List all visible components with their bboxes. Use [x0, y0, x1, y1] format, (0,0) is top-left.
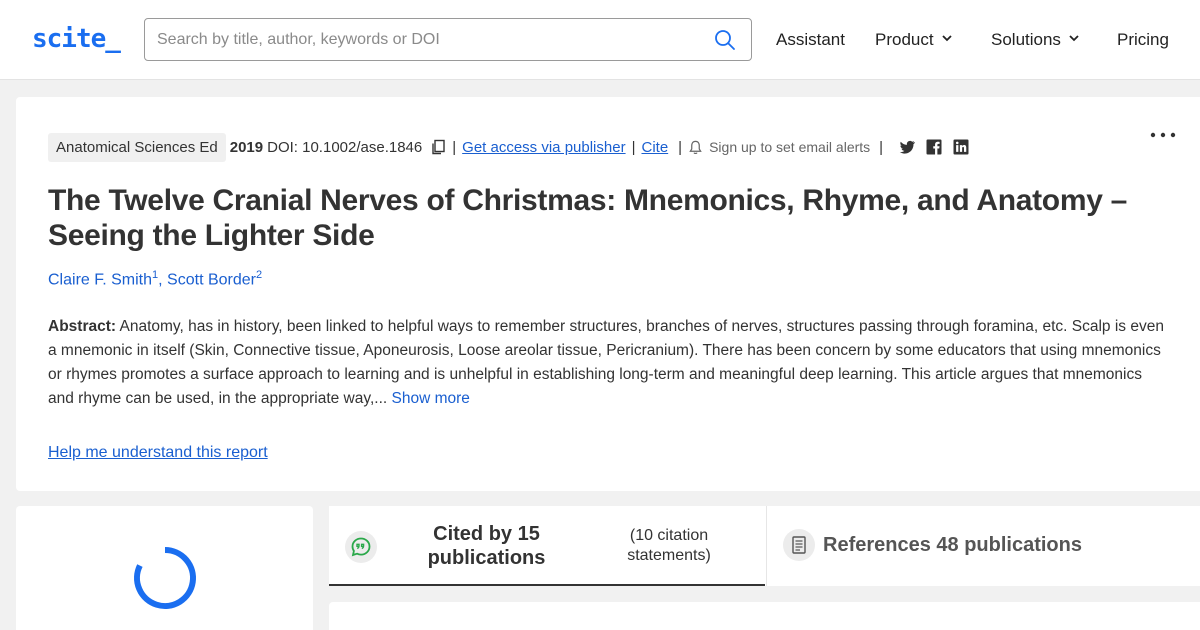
author-link[interactable]: Claire F. Smith	[48, 271, 152, 288]
citations-list-panel	[329, 602, 1200, 630]
search-box[interactable]	[144, 18, 752, 61]
paper-title: The Twelve Cranial Nerves of Christmas: …	[48, 184, 1128, 252]
twitter-icon[interactable]	[898, 138, 916, 156]
abstract-text: Anatomy, has in history, been linked to …	[48, 318, 1164, 407]
doi-text: DOI: 10.1002/ase.1846	[267, 138, 423, 156]
access-link[interactable]: Get access via publisher	[462, 139, 625, 156]
help-understand-link[interactable]: Help me understand this report	[48, 444, 268, 462]
linkedin-icon[interactable]	[952, 138, 970, 156]
author-affiliation: 2	[255, 269, 263, 281]
author-link[interactable]: Scott Border	[167, 271, 256, 288]
abstract: Abstract: Anatomy, has in history, been …	[48, 315, 1168, 411]
document-icon	[783, 529, 815, 561]
author-affiliation: 1	[152, 269, 159, 281]
search-icon[interactable]	[713, 28, 737, 52]
chevron-down-icon	[1069, 35, 1079, 42]
cited-by-count: Cited by 15 publications	[427, 523, 546, 569]
references-count: References 48 publications	[823, 534, 1082, 556]
tab-references[interactable]: References 48 publications	[766, 506, 1200, 586]
nav-assistant[interactable]: Assistant	[776, 30, 845, 50]
copy-icon[interactable]	[430, 139, 446, 155]
show-more-link[interactable]: Show more	[392, 390, 470, 407]
citation-statements-count: (10 citation statements)	[627, 527, 711, 564]
citation-tabs: Cited by 15 publications (10 citation st…	[329, 506, 1200, 586]
cite-link[interactable]: Cite	[641, 139, 668, 156]
scite-logo[interactable]: scite_	[32, 24, 121, 54]
nav-product-label: Product	[875, 30, 934, 49]
nav-product[interactable]: Product	[875, 30, 952, 50]
abstract-label: Abstract:	[48, 318, 117, 335]
separator: |	[631, 138, 636, 156]
bell-icon[interactable]	[688, 140, 703, 155]
separator: |	[678, 138, 683, 156]
nav-assistant-label: Assistant	[776, 30, 845, 49]
separator: |	[879, 138, 884, 156]
smart-citations-panel	[16, 506, 313, 630]
nav-solutions-label: Solutions	[991, 30, 1061, 49]
separator: |	[452, 138, 457, 156]
email-alerts-link[interactable]: Sign up to set email alerts	[709, 139, 870, 155]
chat-quote-icon	[345, 531, 377, 563]
tab-cited-by[interactable]: Cited by 15 publications (10 citation st…	[329, 506, 765, 586]
journal-badge[interactable]: Anatomical Sciences Ed	[48, 132, 226, 162]
nav-pricing[interactable]: Pricing	[1117, 30, 1169, 50]
loading-spinner	[134, 547, 196, 609]
chevron-down-icon	[941, 35, 952, 42]
nav-solutions[interactable]: Solutions	[991, 30, 1079, 50]
more-icon[interactable]	[1148, 127, 1178, 143]
paper-meta: Anatomical Sciences Ed 2019 DOI: 10.1002…	[48, 132, 970, 162]
paper-card: Anatomical Sciences Ed 2019 DOI: 10.1002…	[16, 97, 1200, 491]
author-list: Claire F. Smith1, Scott Border2	[48, 269, 263, 289]
search-input[interactable]	[157, 27, 697, 53]
nav-pricing-label: Pricing	[1117, 30, 1169, 49]
top-navigation-bar: scite_ Assistant Product Solutions Prici…	[0, 0, 1200, 80]
facebook-icon[interactable]	[925, 138, 943, 156]
publication-year: 2019	[229, 138, 264, 156]
